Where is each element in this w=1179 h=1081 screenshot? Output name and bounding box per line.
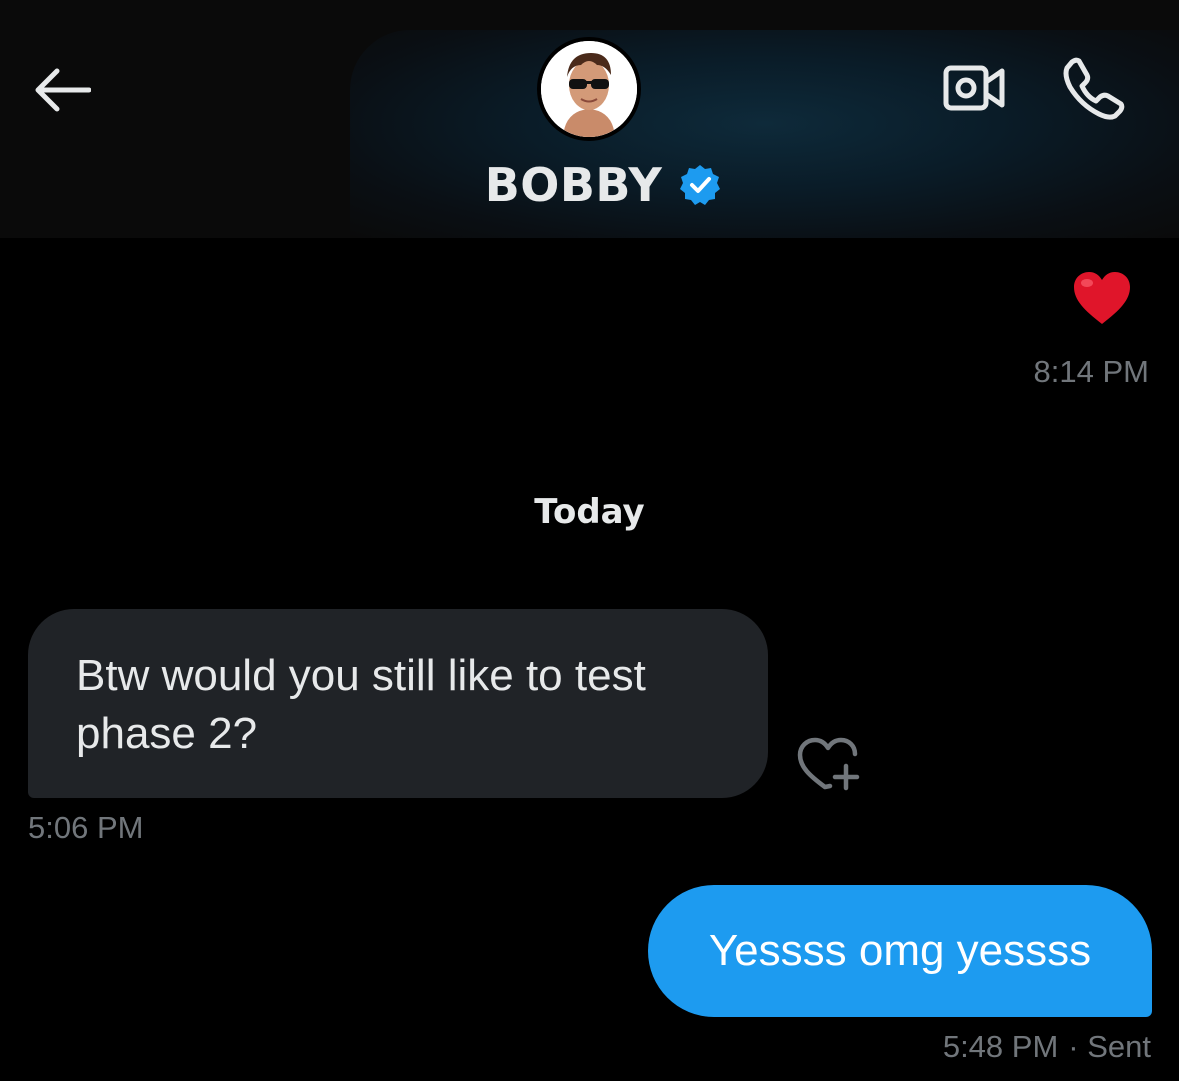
avatar[interactable]: [537, 37, 641, 141]
video-call-button[interactable]: [940, 58, 1008, 118]
message-timestamp: 5:48 PM: [942, 1029, 1059, 1064]
message-timestamp: 8:14 PM: [1033, 354, 1149, 389]
outgoing-message-text: Yessss omg yessss: [708, 926, 1092, 975]
arrow-left-icon: [35, 68, 91, 112]
outgoing-message-bubble[interactable]: Yessss omg yessss: [648, 885, 1152, 1017]
video-camera-icon: [943, 65, 1005, 111]
add-reaction-button[interactable]: [794, 732, 864, 794]
conversation-header: BOBBY: [0, 0, 1179, 238]
conversation-title: BOBBY: [484, 158, 663, 212]
audio-call-button[interactable]: [1058, 52, 1130, 124]
verified-badge-icon: [678, 163, 722, 207]
message-timestamp: 5:06 PM: [28, 810, 144, 845]
heart-reaction-icon[interactable]: [1070, 268, 1134, 328]
phone-icon: [1063, 57, 1125, 120]
day-divider: Today: [534, 492, 645, 532]
incoming-message-bubble[interactable]: Btw would you still like to test phase 2…: [28, 609, 768, 798]
title-row: BOBBY: [0, 155, 1179, 215]
profile-photo: [541, 41, 637, 137]
message-status-row: 5:48 PM · Sent: [943, 1029, 1151, 1065]
delivery-status: · Sent: [1068, 1029, 1151, 1064]
incoming-message-text: Btw would you still like to test phase 2…: [76, 651, 646, 758]
heart-plus-icon: [797, 737, 860, 791]
back-button[interactable]: [30, 58, 94, 122]
